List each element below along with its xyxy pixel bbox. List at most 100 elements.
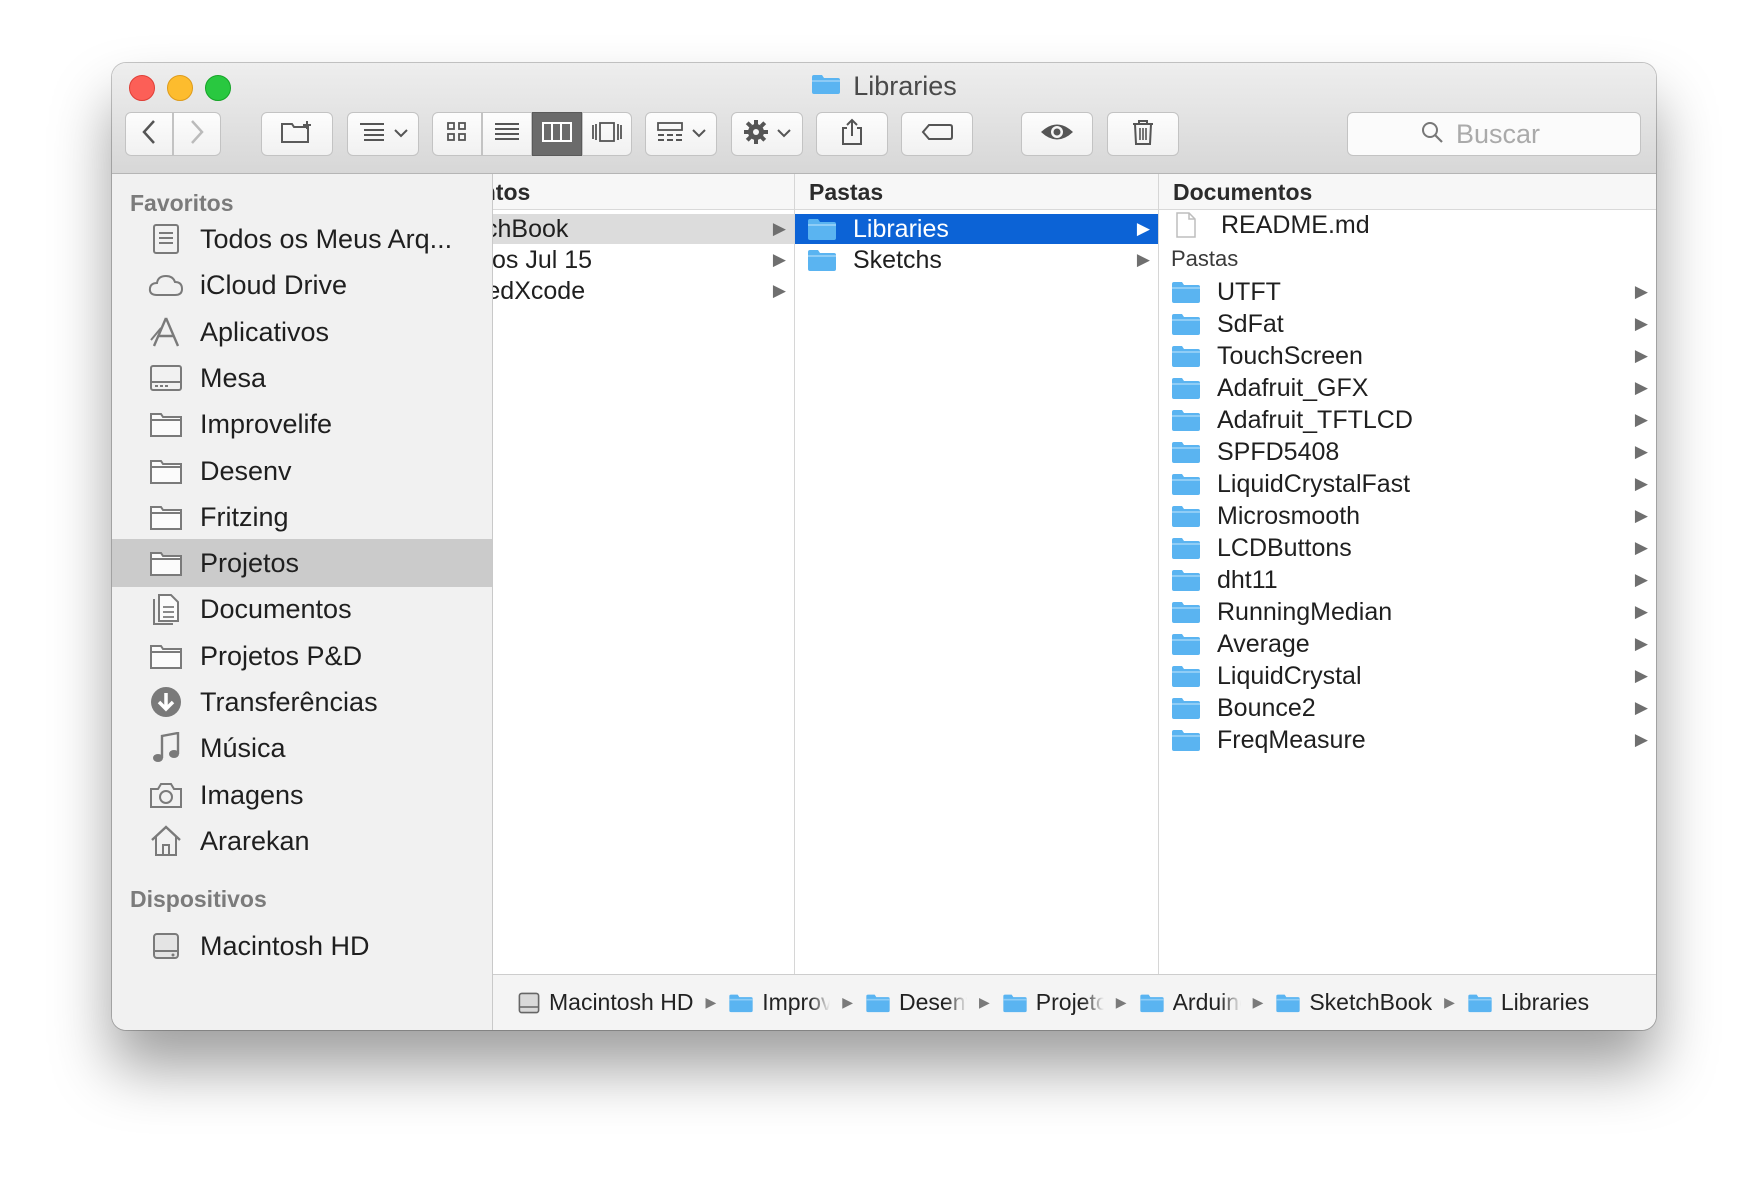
item-name: UTFT [1217, 277, 1281, 306]
trash-button[interactable] [1107, 112, 1179, 156]
window-title: Libraries [112, 69, 1656, 103]
path-segment[interactable]: Arduino [1139, 989, 1241, 1016]
file-name: README.md [1221, 210, 1370, 239]
sidebar-item-transfer-ncias[interactable]: Transferências [112, 678, 492, 726]
column-3-folder[interactable]: Bounce2 ▶ [1159, 693, 1656, 723]
sidebar-item-m-sica[interactable]: Música [112, 724, 492, 772]
column-view-icon [542, 121, 572, 147]
path-segment[interactable]: Projetos [1002, 989, 1104, 1016]
arrange-list-icon [358, 121, 386, 148]
sidebar-item-projetos-p-d[interactable]: Projetos P&D [112, 632, 492, 680]
path-segment[interactable]: SketchBook [1275, 989, 1432, 1016]
folder-icon [865, 993, 891, 1013]
item-name: SPFD5408 [1217, 437, 1340, 466]
sidebar-section-favorites: Favoritos [130, 190, 234, 216]
path-segment[interactable]: Libraries [1467, 989, 1589, 1016]
sidebar-item-improvelife[interactable]: Improvelife [112, 400, 492, 448]
action-button[interactable] [731, 112, 803, 156]
sidebar-item-aplicativos[interactable]: Aplicativos [112, 308, 492, 356]
folder-icon [146, 636, 186, 676]
sidebar-item-label: Desenv [200, 455, 292, 486]
column-3-folder[interactable]: RunningMedian ▶ [1159, 597, 1656, 627]
document-icon [1175, 212, 1207, 238]
folder-icon [1171, 631, 1203, 657]
icon-view-icon [446, 121, 468, 148]
folder-icon [1171, 375, 1203, 401]
arrange-button[interactable] [347, 112, 419, 156]
item-name: LCDButtons [1217, 533, 1352, 562]
sidebar-device-macintosh-hd[interactable]: Macintosh HD [112, 922, 492, 970]
column-3-folder[interactable]: TouchScreen ▶ [1159, 341, 1656, 371]
forward-button[interactable] [173, 112, 221, 156]
column-2-item[interactable]: Sketchs ▶ [795, 245, 1158, 275]
tags-button[interactable] [901, 112, 973, 156]
sidebar-item-icloud-drive[interactable]: iCloud Drive [112, 261, 492, 309]
path-separator-icon: ▶ [1444, 994, 1455, 1010]
chevron-down-icon [692, 125, 706, 143]
back-button[interactable] [125, 112, 173, 156]
column-3-folder[interactable]: SdFat ▶ [1159, 309, 1656, 339]
folder-icon [1171, 503, 1203, 529]
column-3-folder[interactable]: SPFD5408 ▶ [1159, 437, 1656, 467]
folder-icon [1171, 471, 1203, 497]
folder-icon [811, 71, 841, 102]
new-folder-button[interactable] [261, 112, 333, 156]
item-name: Microsmooth [1217, 501, 1361, 530]
column-1-item[interactable]: EmbedXcode ▶ [493, 276, 794, 306]
icon-view-button[interactable] [432, 112, 482, 156]
column-3-folder[interactable]: Microsmooth ▶ [1159, 501, 1656, 531]
column-1-item[interactable]: Antigos Jul 15 ▶ [493, 245, 794, 275]
path-segment[interactable]: Desenv [865, 989, 967, 1016]
folder-icon [146, 543, 186, 583]
column-3-folder[interactable]: LiquidCrystalFast ▶ [1159, 469, 1656, 499]
new-folder-icon [280, 119, 314, 150]
sidebar-item-desenv[interactable]: Desenv [112, 447, 492, 495]
path-separator-icon: ▶ [979, 994, 990, 1010]
item-name: Adafruit_GFX [1217, 373, 1369, 402]
group-icon [656, 121, 684, 148]
quick-look-button[interactable] [1021, 112, 1093, 156]
group-button[interactable] [645, 112, 717, 156]
sidebar-item-label: Transferências [200, 686, 378, 717]
column-1-header: Documentos [493, 174, 794, 210]
column-3-folder[interactable]: Adafruit_TFTLCD ▶ [1159, 405, 1656, 435]
harddisk-icon [517, 991, 541, 1015]
path-separator-icon: ▶ [1115, 994, 1127, 1010]
column-3-folder[interactable]: Adafruit_GFX ▶ [1159, 373, 1656, 403]
column-3-folder[interactable]: Average ▶ [1159, 629, 1656, 659]
column-3-folder[interactable]: LCDButtons ▶ [1159, 533, 1656, 563]
sidebar-item-todos-os-meus-arq[interactable]: Todos os Meus Arq... [112, 215, 492, 263]
search-field[interactable] [1347, 112, 1641, 156]
sidebar-item-ararekan[interactable]: Ararekan [112, 817, 492, 865]
window-title-text: Libraries [853, 70, 957, 101]
file-row[interactable]: README.md [1159, 210, 1656, 240]
path-segment[interactable]: Macintosh HD [517, 989, 693, 1016]
column-3-folder[interactable]: UTFT ▶ [1159, 277, 1656, 307]
disclosure-arrow-icon: ▶ [1634, 314, 1648, 333]
sidebar-item-projetos[interactable]: Projetos [112, 539, 492, 587]
column-1: Documentos SketchBook▶Antigos Jul 15▶Emb… [493, 174, 795, 974]
trash-icon [1131, 118, 1155, 151]
sidebar-item-documentos[interactable]: Documentos [112, 585, 492, 633]
list-view-button[interactable] [482, 112, 532, 156]
sidebar: Favoritos Todos os Meus Arq... iCloud Dri… [112, 174, 493, 1030]
item-name: dht11 [1217, 565, 1278, 594]
sidebar-item-label: Macintosh HD [200, 930, 370, 961]
column-1-item[interactable]: SketchBook ▶ [493, 214, 794, 244]
column-3-folder[interactable]: LiquidCrystal ▶ [1159, 661, 1656, 691]
sidebar-item-mesa[interactable]: Mesa [112, 354, 492, 402]
column-3-folder[interactable]: FreqMeasure ▶ [1159, 725, 1656, 755]
sidebar-item-imagens[interactable]: Imagens [112, 771, 492, 819]
search-input[interactable] [1454, 117, 1568, 151]
share-button[interactable] [816, 112, 888, 156]
column-view-button[interactable] [532, 112, 582, 156]
path-segment[interactable]: Improvelife [728, 989, 830, 1016]
column-2-item[interactable]: Libraries ▶ [795, 214, 1158, 244]
path-bar: Macintosh HD ▶ Improvelife ▶ Desenv ▶ Projetos… [493, 974, 1656, 1030]
sidebar-item-label: Mesa [200, 362, 267, 393]
column-2-header: Pastas [795, 174, 1158, 210]
coverflow-view-button[interactable] [582, 112, 632, 156]
disclosure-arrow-icon: ▶ [772, 250, 786, 269]
sidebar-item-fritzing[interactable]: Fritzing [112, 493, 492, 541]
column-3-folder[interactable]: dht11 ▶ [1159, 565, 1656, 595]
